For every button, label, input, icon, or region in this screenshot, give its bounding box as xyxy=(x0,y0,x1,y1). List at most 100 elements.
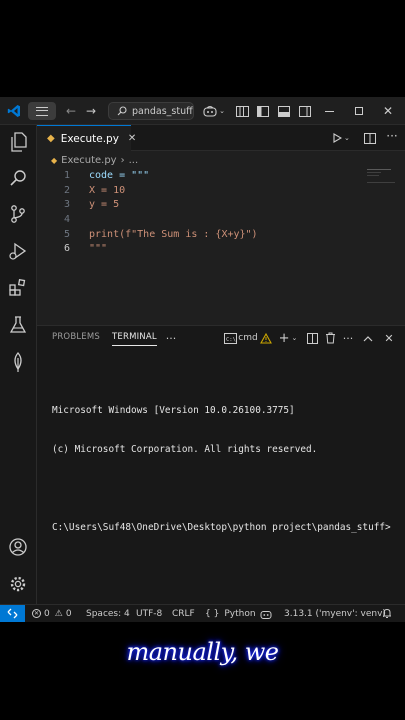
command-center-search[interactable]: pandas_stuff xyxy=(108,102,194,120)
code-line-active: 6 """ xyxy=(37,242,405,257)
run-debug-icon[interactable] xyxy=(7,240,29,262)
minimize-button[interactable] xyxy=(322,102,336,120)
panel-more-actions-icon[interactable]: ··· xyxy=(341,330,355,346)
line-content: X = 10 xyxy=(89,184,126,196)
toggle-secondary-sidebar-icon[interactable] xyxy=(298,102,312,120)
eol-status[interactable]: CRLF xyxy=(172,605,195,622)
code-editor[interactable]: 1 code = """ 2 X = 10 3 y = 5 4 5 print(… xyxy=(37,169,405,257)
tab-execute-py[interactable]: ◆ Execute.py ✕ xyxy=(37,125,136,151)
warning-count: 0 xyxy=(65,608,72,619)
back-arrow-icon[interactable]: ← xyxy=(64,102,78,120)
source-control-icon[interactable] xyxy=(7,203,29,225)
panel-more-icon[interactable]: ··· xyxy=(163,330,179,346)
line-number: 5 xyxy=(63,228,70,240)
run-python-file-button[interactable]: ⌄ xyxy=(333,131,351,145)
status-bar: ✕ 0 ⚠ 0 Spaces: 4 UTF-8 CRLF { } Python … xyxy=(0,604,405,622)
terminal-output[interactable]: Microsoft Windows [Version 10.0.26100.37… xyxy=(52,378,391,560)
terminal-name[interactable]: cmd xyxy=(238,330,257,346)
close-panel-icon[interactable]: ✕ xyxy=(382,330,396,346)
minimize-icon xyxy=(324,110,334,112)
line-content: code = """ xyxy=(89,170,150,181)
line-content: print(f"The Sum is : {X+y}") xyxy=(89,228,258,240)
line-number: 6 xyxy=(63,243,70,255)
line-number: 4 xyxy=(63,214,70,226)
play-icon xyxy=(333,133,342,143)
tab-problems[interactable]: PROBLEMS xyxy=(52,332,100,342)
remote-indicator[interactable] xyxy=(0,605,25,622)
encoding-status[interactable]: UTF-8 xyxy=(136,605,162,622)
panel-tabs: PROBLEMS TERMINAL ··· C:\ cmd + ⌄ ··· ✕ xyxy=(37,326,405,350)
new-terminal-button[interactable]: + ⌄ xyxy=(277,330,299,346)
language-status[interactable]: { } Python xyxy=(205,605,256,622)
error-icon: ✕ xyxy=(32,609,41,618)
notifications-bell-icon[interactable] xyxy=(382,605,392,622)
problems-status[interactable]: ✕ 0 ⚠ 0 xyxy=(32,605,72,622)
toggle-panel-icon[interactable] xyxy=(277,102,291,120)
breadcrumb: ◆ Execute.py › ... xyxy=(51,153,138,167)
close-window-button[interactable]: ✕ xyxy=(381,102,395,120)
code-line: 2 X = 10 xyxy=(37,184,405,199)
error-count: 0 xyxy=(44,608,50,619)
explorer-icon[interactable] xyxy=(7,131,29,153)
terminal-line: (c) Microsoft Corporation. All rights re… xyxy=(52,444,318,455)
search-icon xyxy=(117,106,127,116)
language-mode: Python xyxy=(224,608,256,619)
toggle-sidebar-icon[interactable] xyxy=(256,102,270,120)
warning-icon: ⚠ xyxy=(54,608,63,619)
testing-flask-icon[interactable] xyxy=(7,314,29,336)
maximize-icon xyxy=(355,107,363,115)
plus-icon: + xyxy=(278,330,290,346)
title-bar: ← → pandas_stuff ⌄ ✕ xyxy=(0,97,405,125)
maximize-panel-icon[interactable] xyxy=(361,330,375,346)
python-interpreter-status[interactable]: 3.13.1 ('myenv': venv) xyxy=(284,605,386,622)
python-file-icon: ◆ xyxy=(51,155,58,165)
code-line: 5 print(f"The Sum is : {X+y}") xyxy=(37,228,405,243)
line-number: 3 xyxy=(63,199,70,211)
indentation-status[interactable]: Spaces: 4 xyxy=(86,605,130,622)
trash-icon[interactable] xyxy=(323,330,337,346)
layout-icon[interactable] xyxy=(235,102,249,120)
mongodb-leaf-icon[interactable] xyxy=(7,351,29,373)
python-file-icon: ◆ xyxy=(47,133,55,144)
hamburger-icon xyxy=(36,106,48,116)
split-editor-icon[interactable] xyxy=(363,131,377,145)
split-terminal-icon[interactable] xyxy=(305,330,319,346)
warning-icon[interactable] xyxy=(259,330,273,346)
menu-button[interactable] xyxy=(28,102,56,120)
line-number: 1 xyxy=(63,170,70,181)
account-icon[interactable] xyxy=(7,536,29,558)
search-icon[interactable] xyxy=(7,167,29,189)
editor-area: ◆ Execute.py ✕ ⌄ ··· ◆ Execute.py › ... xyxy=(37,125,405,325)
close-tab-icon[interactable]: ✕ xyxy=(128,133,136,144)
tab-label: Execute.py xyxy=(60,132,119,145)
more-actions-icon[interactable]: ··· xyxy=(385,129,399,145)
copilot-icon xyxy=(203,105,217,117)
forward-arrow-icon[interactable]: → xyxy=(84,102,98,120)
bottom-panel: PROBLEMS TERMINAL ··· C:\ cmd + ⌄ ··· ✕ … xyxy=(37,325,405,604)
terminal-prompt: C:\Users\Suf48\OneDrive\Desktop\python p… xyxy=(52,522,391,533)
chevron-down-icon: ⌄ xyxy=(344,134,350,142)
copilot-status-icon[interactable] xyxy=(260,605,272,622)
line-content: """ xyxy=(89,243,108,255)
settings-gear-icon[interactable] xyxy=(7,573,29,595)
close-icon: ✕ xyxy=(382,104,394,118)
copilot-button[interactable]: ⌄ xyxy=(201,102,227,120)
braces-icon: { } xyxy=(205,608,220,619)
vscode-logo-icon xyxy=(6,102,22,120)
breadcrumb-file[interactable]: Execute.py xyxy=(61,155,116,166)
search-text: pandas_stuff xyxy=(132,105,193,117)
editor-tabs: ◆ Execute.py ✕ ⌄ ··· xyxy=(37,125,405,151)
line-content: y = 5 xyxy=(89,199,120,211)
remote-icon xyxy=(7,608,18,619)
terminal-line: Microsoft Windows [Version 10.0.26100.37… xyxy=(52,405,295,416)
code-line: 3 y = 5 xyxy=(37,198,405,213)
maximize-button[interactable] xyxy=(352,102,366,120)
breadcrumb-separator: › xyxy=(120,154,125,166)
extensions-icon[interactable] xyxy=(7,277,29,299)
tab-terminal[interactable]: TERMINAL xyxy=(112,332,157,346)
line-number: 2 xyxy=(63,184,70,196)
code-line: 4 xyxy=(37,213,405,228)
breadcrumb-more[interactable]: ... xyxy=(129,155,139,166)
vscode-window: ← → pandas_stuff ⌄ ✕ ◆ Execute.py ✕ ⌄ ··… xyxy=(0,97,405,666)
